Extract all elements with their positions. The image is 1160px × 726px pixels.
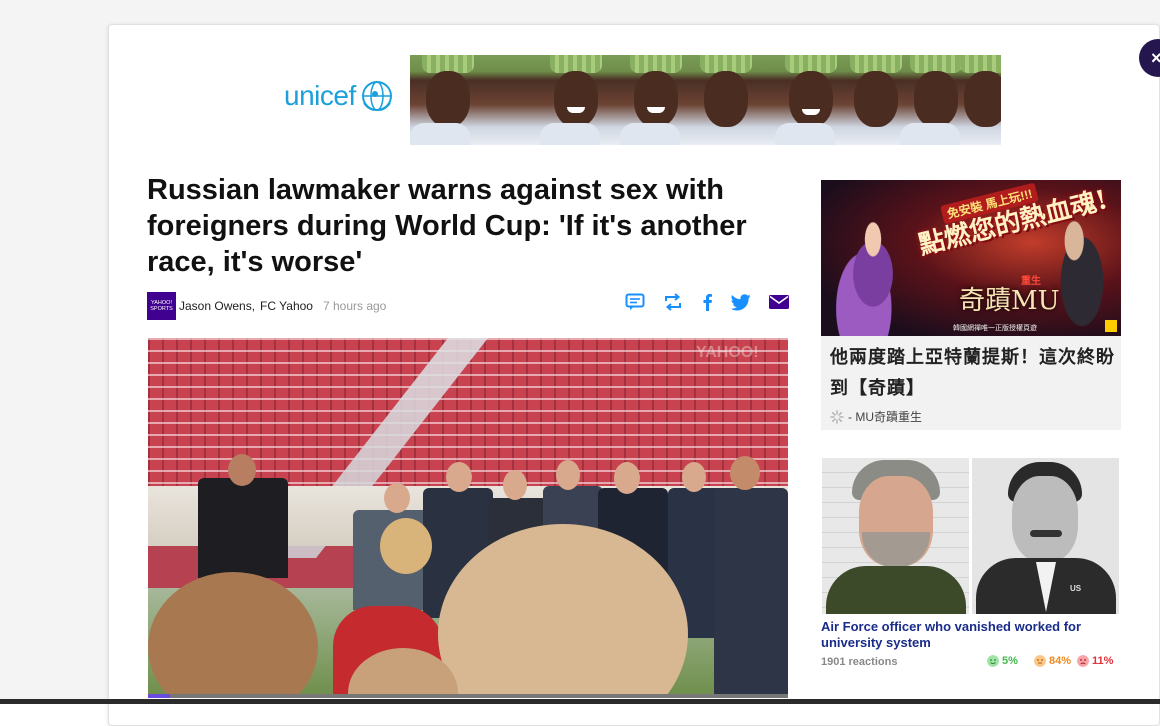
uniform-portrait-photo: US	[972, 458, 1119, 614]
ad-banner[interactable]: unicef	[274, 55, 1001, 145]
facebook-icon[interactable]	[694, 290, 720, 314]
video-progress-bar[interactable]	[148, 694, 788, 698]
reaction-neutral-percent: 84%	[1049, 655, 1072, 667]
unicef-logo: unicef	[284, 79, 394, 113]
child-head	[380, 518, 432, 574]
reaction-happy: 5%	[987, 655, 1018, 667]
sponsored-card-title[interactable]: 他兩度踏上亞特蘭提斯！這次終盼到【奇蹟】	[830, 342, 1115, 404]
timestamp: 7 hours ago	[322, 299, 387, 313]
spinner-icon	[830, 409, 844, 424]
game-ad-image: 免安裝 馬上玩!!! 點燃您的熱血魂! 重生 奇蹟MU 韓國網禪唯一正版授權頁遊	[821, 180, 1121, 336]
age-rating-icon	[1105, 320, 1117, 332]
neutral-face-icon	[1034, 655, 1046, 667]
reaction-neutral: 84%	[1034, 655, 1071, 667]
reaction-count: 1901 reactions	[821, 656, 898, 668]
unicef-globe-icon	[361, 81, 392, 111]
byline-separator: ,	[251, 299, 256, 313]
video-progress-fill	[148, 694, 171, 698]
story-card[interactable]: US Air Force officer who vanished worked…	[821, 458, 1121, 678]
game-character-left	[827, 198, 919, 336]
provider-logo[interactable]: YAHOO! SPORTS	[147, 292, 176, 320]
article-headline: Russian lawmaker warns against sex with …	[147, 174, 747, 278]
person-head	[730, 456, 760, 490]
comment-icon[interactable]	[622, 290, 648, 314]
person-head	[503, 470, 527, 500]
uniform-badge: US	[1070, 584, 1082, 593]
sponsored-card[interactable]: 免安裝 馬上玩!!! 點燃您的熱血魂! 重生 奇蹟MU 韓國網禪唯一正版授權頁遊…	[821, 180, 1121, 430]
mugshot-photo	[822, 458, 969, 614]
happy-face-icon	[987, 655, 999, 667]
byline: YAHOO! SPORTS Jason Owens , FC Yahoo 7 h…	[147, 292, 386, 320]
sponsor-line: - MU奇蹟重生	[830, 408, 922, 425]
game-logo: 奇蹟MU	[959, 286, 1060, 316]
mail-icon[interactable]	[766, 290, 792, 314]
game-fineprint: 韓國網禪唯一正版授權頁遊	[953, 325, 1037, 332]
ad-children-photo	[410, 55, 1001, 145]
author-name[interactable]: Jason Owens	[179, 299, 252, 313]
retweet-icon[interactable]	[660, 290, 686, 314]
ad-brand-label: unicef	[284, 80, 356, 111]
sad-face-icon	[1077, 655, 1089, 667]
video-watermark: YAHOO!	[696, 344, 759, 361]
close-icon: ×	[1151, 47, 1160, 68]
reaction-happy-percent: 5%	[1002, 655, 1018, 667]
share-bar	[622, 290, 792, 314]
article-video[interactable]: YAHOO!	[148, 338, 788, 696]
source-name[interactable]: FC Yahoo	[260, 299, 313, 313]
person-figure	[198, 478, 288, 578]
story-card-title[interactable]: Air Force officer who vanished worked fo…	[821, 619, 1101, 651]
person-head	[556, 460, 580, 490]
reaction-sad-percent: 11%	[1092, 655, 1114, 667]
person-head	[614, 462, 640, 494]
person-head	[384, 483, 410, 513]
person-head	[228, 454, 256, 486]
person-head	[446, 462, 472, 492]
person-figure	[714, 488, 788, 696]
twitter-icon[interactable]	[728, 290, 754, 314]
person-head	[682, 462, 706, 492]
sponsor-name: - MU奇蹟重生	[848, 410, 922, 424]
bottom-edge-bar	[0, 699, 1160, 704]
provider-logo-line2: SPORTS	[150, 306, 173, 312]
reaction-sad: 11%	[1077, 655, 1113, 667]
